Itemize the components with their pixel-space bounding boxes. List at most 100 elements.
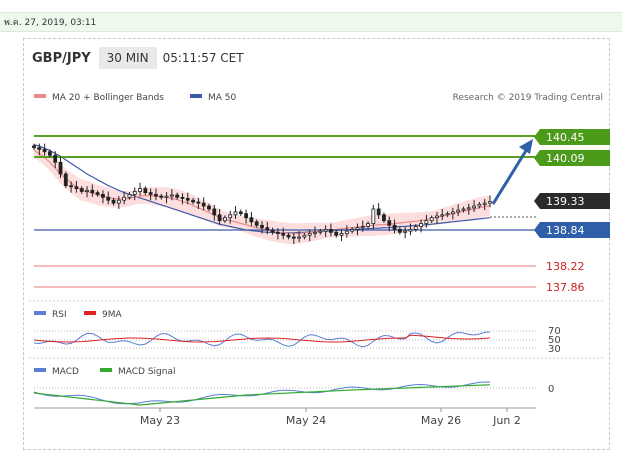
candle-body	[143, 188, 148, 194]
legend-swatch-ma50	[190, 94, 202, 98]
level-badge-pointer	[534, 150, 540, 166]
candle-body	[185, 198, 190, 201]
level-badge-pointer	[534, 222, 540, 238]
candle-body	[435, 215, 439, 219]
candle-body	[148, 192, 153, 195]
candle-body	[207, 205, 211, 210]
candle-body	[58, 161, 63, 175]
candle-body	[260, 224, 264, 229]
candle-body	[350, 229, 355, 232]
candle-body	[101, 193, 105, 198]
candle-body	[222, 217, 227, 222]
candle-body	[138, 188, 142, 192]
candle-body	[302, 234, 307, 238]
candle-body	[116, 199, 121, 204]
candle-body	[217, 214, 222, 222]
research-credit: Research © 2019 Trading Central	[453, 93, 603, 103]
candle-body	[307, 233, 312, 236]
level-label-139-33: 139.33	[546, 195, 585, 208]
candle-body	[472, 205, 476, 209]
legend-ma20-label: MA 20 + Bollinger Bands	[52, 93, 164, 103]
candle-body	[286, 234, 291, 238]
x-label-jun-2: Jun 2	[492, 414, 521, 427]
rsi-legend-label: RSI	[52, 310, 67, 320]
candle-body	[196, 201, 201, 204]
level-badge-pointer	[534, 193, 540, 209]
candle-body	[95, 192, 100, 195]
x-label-may-23: May 23	[140, 414, 180, 427]
candle-body	[238, 211, 243, 215]
candle-body	[445, 213, 450, 216]
macd-signal-legend-label: MACD Signal	[118, 367, 176, 377]
candle-body	[69, 185, 74, 188]
candle-body	[291, 236, 296, 239]
candle-body	[74, 186, 79, 189]
candle-body	[355, 227, 360, 230]
candle-body	[477, 203, 482, 207]
candle-body	[413, 226, 418, 230]
candle-body	[419, 223, 423, 227]
candle-body	[212, 208, 217, 216]
legend-swatch-ma20	[34, 94, 46, 98]
candle-body	[371, 208, 376, 224]
candle-body	[201, 202, 206, 207]
candle-body	[42, 149, 47, 153]
rsi-ma-legend-label: 9MA	[102, 310, 122, 320]
rsi-tick-30: 30	[548, 344, 561, 355]
candle-body	[387, 220, 392, 226]
candle-body	[313, 231, 317, 234]
candle-body	[329, 229, 333, 233]
candle-body	[175, 194, 180, 198]
candle-body	[85, 189, 89, 192]
candle-body	[323, 229, 328, 232]
candle-body	[382, 214, 386, 222]
rsi-ma-legend-swatch	[84, 311, 96, 315]
macd-legend-swatch	[34, 368, 46, 372]
candle-body	[488, 200, 492, 204]
candle-body	[233, 211, 238, 216]
candle-body	[456, 209, 461, 213]
candle-body	[63, 173, 68, 187]
candle-body	[265, 227, 270, 231]
candle-body	[53, 154, 58, 163]
x-label-may-24: May 24	[286, 414, 326, 427]
candle-body	[297, 236, 302, 239]
candle-body	[281, 233, 286, 236]
candle-body	[37, 147, 42, 150]
candle-body	[392, 224, 397, 230]
candle-body	[154, 193, 158, 197]
candle-body	[106, 196, 111, 201]
macd-legend-label: MACD	[52, 367, 79, 377]
candle-body	[270, 229, 275, 233]
candle-body	[318, 230, 323, 233]
level-label-137-86: 137.86	[546, 281, 585, 294]
candle-body	[249, 217, 254, 223]
candle-body	[32, 145, 36, 149]
price-chart: MA 20 + Bollinger Bands MA 50 Research ©…	[29, 93, 610, 427]
candle-body	[159, 195, 164, 198]
candle-body	[403, 230, 408, 233]
candle-body	[254, 221, 259, 226]
candle-body	[164, 195, 169, 198]
candle-body	[360, 226, 365, 229]
candle-body	[111, 199, 116, 204]
level-label-140-45: 140.45	[546, 131, 585, 144]
candle-body	[429, 217, 434, 222]
legend-ma50-label: MA 50	[208, 93, 237, 103]
candle-body	[440, 214, 445, 217]
candle-body	[424, 220, 429, 224]
candle-body	[450, 211, 455, 215]
candle-body	[376, 208, 381, 216]
level-label-138-84: 138.84	[546, 224, 585, 237]
candle-body	[48, 151, 52, 156]
level-label-138-22: 138.22	[546, 260, 585, 273]
candle-body	[127, 193, 132, 198]
candle-body	[466, 207, 471, 210]
rsi-ma-line	[33, 334, 491, 343]
candle-body	[228, 214, 233, 219]
candle-body	[276, 231, 280, 234]
macd-tick-0: 0	[548, 384, 554, 395]
candle-body	[339, 233, 344, 236]
candle-body	[90, 189, 95, 194]
candle-body	[344, 230, 349, 234]
